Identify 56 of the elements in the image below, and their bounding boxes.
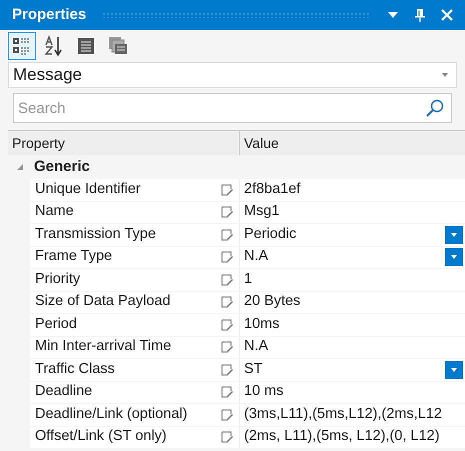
property-value: Msg1: [244, 202, 280, 222]
property-name: Size of Data Payload: [35, 292, 170, 312]
property-name: Offset/Link (ST only): [35, 427, 167, 446]
property-name: Transmission Type: [35, 224, 156, 244]
property-name: Frame Type: [35, 247, 112, 266]
edit-icon: [221, 184, 233, 196]
toolbar-button[interactable]: [8, 32, 36, 60]
close-icon[interactable]: [441, 9, 453, 21]
property-value: 10ms: [244, 314, 280, 334]
edit-icon: [221, 251, 233, 264]
dropdown-button[interactable]: [445, 248, 463, 266]
property-value: ST: [244, 360, 263, 379]
property-value: Periodic: [244, 224, 296, 244]
column-header[interactable]: Property: [8, 131, 240, 155]
property-value: 1: [244, 270, 252, 289]
caret-icon: [451, 255, 457, 260]
edit-icon: [221, 206, 233, 218]
caret-icon: [451, 368, 457, 372]
pages-icon: [107, 35, 129, 57]
property-name: Period: [35, 314, 77, 334]
property-name: Min Inter-arrival Time: [35, 337, 172, 356]
dropdown-icon[interactable]: [387, 11, 399, 19]
dropdown-button[interactable]: [445, 226, 463, 244]
property-value: 10 ms: [244, 382, 284, 402]
property-value: (3ms,L11),(5ms,L12),(2ms,L12: [244, 404, 442, 424]
property-name: Deadline/Link (optional): [35, 404, 188, 424]
window-title: Properties: [12, 4, 86, 25]
caret-icon: [442, 73, 448, 77]
object-selector[interactable]: Message: [8, 62, 457, 88]
property-value: 2f8ba1ef: [244, 180, 300, 199]
property-name: Deadline: [35, 382, 92, 402]
property-value: N.A: [244, 337, 268, 356]
edit-icon: [221, 386, 233, 398]
edit-icon: [221, 228, 233, 241]
property-value: N.A: [244, 247, 268, 266]
column-header[interactable]: Value: [240, 131, 465, 155]
caret-icon: [451, 232, 457, 237]
edit-icon: [221, 341, 233, 354]
property-value: 20 Bytes: [244, 292, 300, 312]
edit-icon: [221, 364, 233, 376]
edit-icon: [221, 431, 233, 444]
edit-icon: [221, 318, 233, 331]
property-value: (2ms, L11),(5ms, L12),(0, L12): [244, 427, 440, 446]
edit-icon: [221, 274, 233, 286]
edit-icon: [221, 296, 233, 308]
edit-icon: [221, 408, 233, 421]
property-name: Traffic Class: [35, 360, 115, 379]
list-icon: [75, 35, 97, 57]
property-name: Unique Identifier: [35, 180, 141, 199]
search-field[interactable]: Search: [13, 93, 452, 123]
property-name: Name: [35, 202, 74, 222]
property-name: Priority: [35, 270, 80, 289]
dropdown-button[interactable]: [445, 360, 463, 379]
category-label: Generic: [34, 156, 90, 177]
pin-icon[interactable]: [415, 8, 425, 22]
search-icon[interactable]: [426, 99, 444, 117]
